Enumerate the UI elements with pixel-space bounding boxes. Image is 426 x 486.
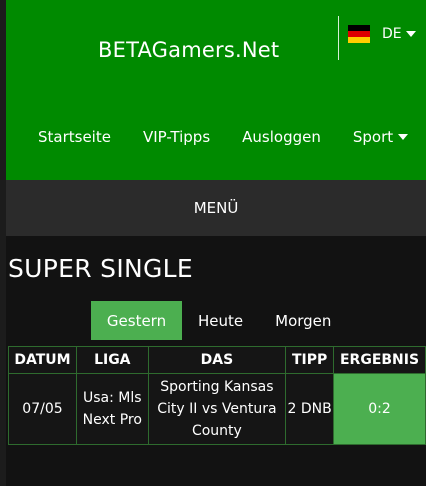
nav-startseite[interactable]: Startseite (38, 128, 111, 146)
german-flag-icon (348, 25, 370, 43)
column-header-tipp: TIPP (285, 346, 335, 374)
day-tabs: Gestern Heute Morgen (91, 301, 347, 340)
site-title[interactable]: BETAGamers.Net (98, 38, 279, 62)
cell-das: Sporting Kansas City II vs Ventura Count… (147, 373, 287, 445)
nav-ausloggen[interactable]: Ausloggen (242, 128, 321, 146)
column-header-liga: LIGA (75, 346, 149, 374)
menu-label: MENÜ (193, 199, 239, 217)
header-divider (338, 16, 339, 60)
tab-heute[interactable]: Heute (182, 301, 259, 340)
column-header-ergebnis: ERGEBNIS (333, 346, 426, 374)
tab-morgen[interactable]: Morgen (259, 301, 347, 340)
page: BETAGamers.Net DE Startseite VIP-Tipps A… (0, 0, 426, 486)
cell-datum: 07/05 (8, 373, 77, 445)
cell-liga: Usa: Mls Next Pro (75, 373, 149, 445)
tab-gestern[interactable]: Gestern (91, 301, 182, 340)
language-code: DE (382, 26, 402, 42)
column-header-das: DAS (147, 346, 287, 374)
cell-ergebnis: 0:2 (333, 373, 426, 445)
results-table: DATUM LIGA DAS TIPP ERGEBNIS 07/05 Usa: … (8, 346, 426, 445)
page-title: SUPER SINGLE (8, 254, 193, 283)
table-row: 07/05 Usa: Mls Next Pro Sporting Kansas … (8, 373, 426, 445)
cell-tipp: 2 DNB (285, 373, 335, 445)
nav-vip-tipps[interactable]: VIP-Tipps (143, 128, 210, 146)
menu-toggle[interactable]: MENÜ (6, 180, 426, 236)
table-header-row: DATUM LIGA DAS TIPP ERGEBNIS (8, 346, 426, 374)
language-selector[interactable]: DE (348, 25, 416, 43)
main-content: SUPER SINGLE Gestern Heute Morgen DATUM … (6, 236, 426, 486)
caret-down-icon (405, 31, 416, 37)
main-nav: Startseite VIP-Tipps Ausloggen Sport (38, 128, 409, 146)
column-header-datum: DATUM (8, 346, 77, 374)
site-header: BETAGamers.Net DE Startseite VIP-Tipps A… (6, 0, 426, 180)
nav-sport[interactable]: Sport (353, 128, 409, 146)
caret-down-icon (398, 134, 409, 140)
